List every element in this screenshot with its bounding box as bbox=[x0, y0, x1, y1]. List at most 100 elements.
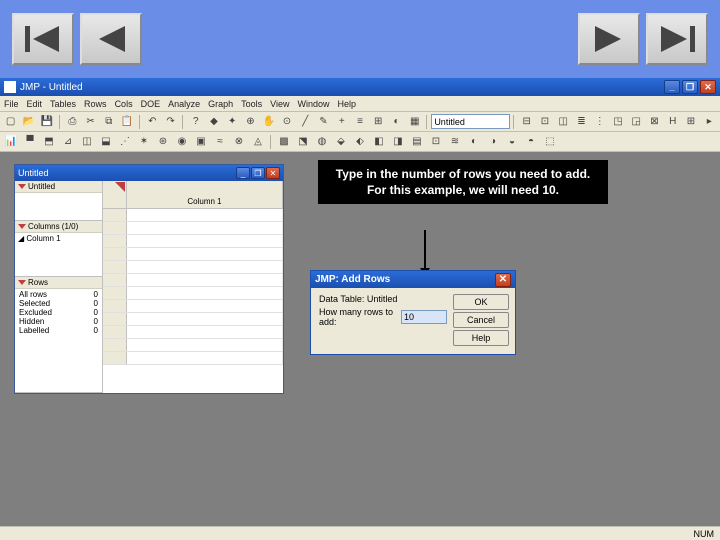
cancel-button[interactable]: Cancel bbox=[453, 312, 509, 328]
tool-icon[interactable]: ▸ bbox=[701, 114, 718, 130]
tool-icon[interactable]: ◆ bbox=[205, 114, 222, 130]
tool-icon[interactable]: ◳ bbox=[609, 114, 626, 130]
window-combo[interactable]: Untitled bbox=[431, 114, 510, 129]
chart-icon[interactable]: ▤ bbox=[408, 134, 426, 150]
tool-icon[interactable]: ▦ bbox=[406, 114, 423, 130]
cut-icon[interactable]: ✂ bbox=[82, 114, 99, 130]
nav-last-button[interactable] bbox=[646, 13, 708, 65]
tool-icon[interactable]: ⊕ bbox=[242, 114, 259, 130]
help-button[interactable]: Help bbox=[453, 330, 509, 346]
tool-icon[interactable]: + bbox=[333, 114, 350, 130]
maximize-button[interactable]: ❐ bbox=[251, 167, 265, 179]
tool-icon[interactable]: ⊞ bbox=[370, 114, 387, 130]
rows-count-input[interactable] bbox=[401, 310, 447, 324]
chart-icon[interactable]: ⬙ bbox=[332, 134, 350, 150]
rows-panel-header[interactable]: Rows bbox=[15, 277, 102, 289]
tool-icon[interactable]: H bbox=[664, 114, 681, 130]
tool-icon[interactable]: ≣ bbox=[573, 114, 590, 130]
chart-icon[interactable]: ⊗ bbox=[230, 134, 248, 150]
tool-icon[interactable]: ⋮ bbox=[591, 114, 608, 130]
help-icon[interactable]: ? bbox=[187, 114, 204, 130]
chart-icon[interactable]: ◐ bbox=[465, 134, 483, 150]
tool-icon[interactable]: ✦ bbox=[224, 114, 241, 130]
tool-icon[interactable]: ⊞ bbox=[682, 114, 699, 130]
paste-icon[interactable]: 📋 bbox=[118, 114, 135, 130]
chart-icon[interactable]: ✶ bbox=[135, 134, 153, 150]
minimize-button[interactable]: _ bbox=[236, 167, 250, 179]
chart-icon[interactable]: 📊 bbox=[2, 134, 20, 150]
new-icon[interactable]: ▢ bbox=[2, 114, 19, 130]
chart-icon[interactable]: ⬚ bbox=[541, 134, 559, 150]
tool-icon[interactable]: ◫ bbox=[555, 114, 572, 130]
column-item[interactable]: ◢ Column 1 bbox=[18, 234, 99, 243]
maximize-button[interactable]: ❐ bbox=[682, 80, 698, 94]
copy-icon[interactable]: ⧉ bbox=[100, 114, 117, 130]
close-button[interactable]: ✕ bbox=[266, 167, 280, 179]
menu-doe[interactable]: DOE bbox=[141, 99, 161, 109]
open-icon[interactable]: 📂 bbox=[20, 114, 37, 130]
minimize-button[interactable]: _ bbox=[664, 80, 680, 94]
chart-icon[interactable]: ◧ bbox=[370, 134, 388, 150]
print-icon[interactable]: ⎙ bbox=[64, 114, 81, 130]
chart-icon[interactable]: ▣ bbox=[192, 134, 210, 150]
chart-icon[interactable]: ⊡ bbox=[427, 134, 445, 150]
chart-icon[interactable]: ◑ bbox=[484, 134, 502, 150]
menu-help[interactable]: Help bbox=[338, 99, 357, 109]
chart-icon[interactable]: ◫ bbox=[78, 134, 96, 150]
close-button[interactable]: ✕ bbox=[700, 80, 716, 94]
chart-icon[interactable]: ◓ bbox=[522, 134, 540, 150]
tool-icon[interactable]: ⊡ bbox=[536, 114, 553, 130]
chart-icon[interactable]: ⬓ bbox=[97, 134, 115, 150]
chart-icon[interactable]: ⊿ bbox=[59, 134, 77, 150]
tool-icon[interactable]: ⊠ bbox=[646, 114, 663, 130]
tool-icon[interactable]: ⊙ bbox=[278, 114, 295, 130]
menu-graph[interactable]: Graph bbox=[208, 99, 233, 109]
workspace: Untitled _ ❐ ✕ Untitled Columns (1/0) ◢ … bbox=[0, 152, 720, 526]
tool-icon[interactable]: ◲ bbox=[628, 114, 645, 130]
nav-prev-button[interactable] bbox=[80, 13, 142, 65]
tool-icon[interactable]: ⊟ bbox=[518, 114, 535, 130]
dialog-titlebar: JMP: Add Rows ✕ bbox=[311, 271, 515, 288]
grid-corner[interactable] bbox=[103, 181, 127, 208]
columns-panel-header[interactable]: Columns (1/0) bbox=[15, 221, 102, 233]
close-button[interactable]: ✕ bbox=[495, 273, 511, 287]
nav-next-button[interactable] bbox=[578, 13, 640, 65]
chart-icon[interactable]: ≈ bbox=[211, 134, 229, 150]
menu-file[interactable]: File bbox=[4, 99, 19, 109]
redo-icon[interactable]: ↷ bbox=[162, 114, 179, 130]
chart-icon[interactable]: ▀ bbox=[21, 134, 39, 150]
tool-icon[interactable]: ✋ bbox=[260, 114, 277, 130]
chart-icon[interactable]: ⬒ bbox=[40, 134, 58, 150]
menu-edit[interactable]: Edit bbox=[27, 99, 43, 109]
table-panel-header[interactable]: Untitled bbox=[15, 181, 102, 193]
chart-icon[interactable]: ⋰ bbox=[116, 134, 134, 150]
menu-view[interactable]: View bbox=[270, 99, 289, 109]
menu-window[interactable]: Window bbox=[298, 99, 330, 109]
tool-icon[interactable]: ✎ bbox=[315, 114, 332, 130]
ok-button[interactable]: OK bbox=[453, 294, 509, 310]
menu-rows[interactable]: Rows bbox=[84, 99, 107, 109]
chart-icon[interactable]: ◨ bbox=[389, 134, 407, 150]
chart-icon[interactable]: ◍ bbox=[313, 134, 331, 150]
nav-first-button[interactable] bbox=[12, 13, 74, 65]
chart-icon[interactable]: ◬ bbox=[249, 134, 267, 150]
tool-icon[interactable]: ◐ bbox=[388, 114, 405, 130]
data-grid[interactable]: Column 1 bbox=[103, 181, 283, 393]
undo-icon[interactable]: ↶ bbox=[144, 114, 161, 130]
disclosure-icon bbox=[18, 280, 26, 285]
tool-icon[interactable]: ≡ bbox=[351, 114, 368, 130]
chart-icon[interactable]: ⊛ bbox=[154, 134, 172, 150]
menu-tools[interactable]: Tools bbox=[241, 99, 262, 109]
menu-analyze[interactable]: Analyze bbox=[168, 99, 200, 109]
chart-icon[interactable]: ◒ bbox=[503, 134, 521, 150]
chart-icon[interactable]: ≋ bbox=[446, 134, 464, 150]
column-header[interactable]: Column 1 bbox=[127, 181, 283, 208]
tool-icon[interactable]: ╱ bbox=[297, 114, 314, 130]
chart-icon[interactable]: ⬖ bbox=[351, 134, 369, 150]
chart-icon[interactable]: ▩ bbox=[275, 134, 293, 150]
chart-icon[interactable]: ⬔ bbox=[294, 134, 312, 150]
menu-cols[interactable]: Cols bbox=[115, 99, 133, 109]
save-icon[interactable]: 💾 bbox=[39, 114, 56, 130]
menu-tables[interactable]: Tables bbox=[50, 99, 76, 109]
chart-icon[interactable]: ◉ bbox=[173, 134, 191, 150]
